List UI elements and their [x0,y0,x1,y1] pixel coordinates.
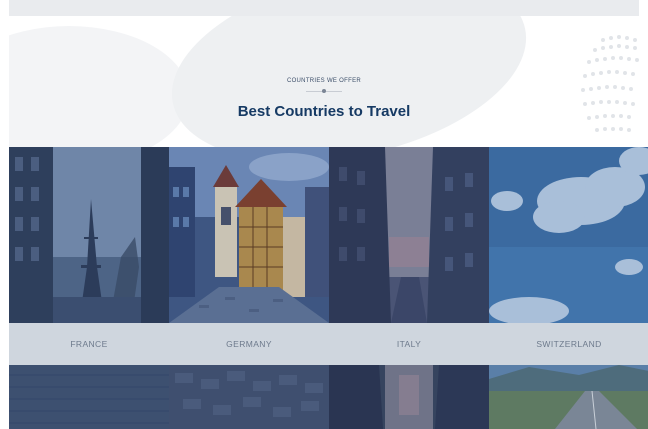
germany-photo [169,147,329,323]
country-card-germany[interactable]: GERMANY [169,147,329,429]
country-grid: FRANCE GERMANY ITALY SWITZERLAND [9,147,648,429]
country-name: SWITZERLAND [536,339,602,349]
switzerland-lower-photo [489,365,648,429]
country-name: ITALY [396,339,422,349]
germany-lower-photo [169,365,329,429]
country-name: FRANCE [70,339,108,349]
country-card-france[interactable]: FRANCE [9,147,169,429]
italy-lower-photo [329,365,489,429]
country-label-band: SWITZERLAND [489,323,648,365]
italy-photo [329,147,489,323]
country-label-band: FRANCE [9,323,169,365]
france-photo [9,147,169,323]
section-eyebrow: COUNTRIES WE OFFER [286,78,362,84]
eyebrow-divider-dot [322,89,326,93]
world-map-background [9,26,189,147]
section-header: COUNTRIES WE OFFER Best Countries to Tra… [9,16,639,147]
country-card-italy[interactable]: ITALY [329,147,489,429]
section-title: Best Countries to Travel [237,103,411,120]
country-label-band: ITALY [329,323,489,365]
top-strip [9,0,639,16]
france-lower-photo [9,365,169,429]
country-card-switzerland[interactable]: SWITZERLAND [489,147,648,429]
country-label-band: GERMANY [169,323,329,365]
country-name: GERMANY [226,339,272,349]
switzerland-photo [489,147,648,323]
